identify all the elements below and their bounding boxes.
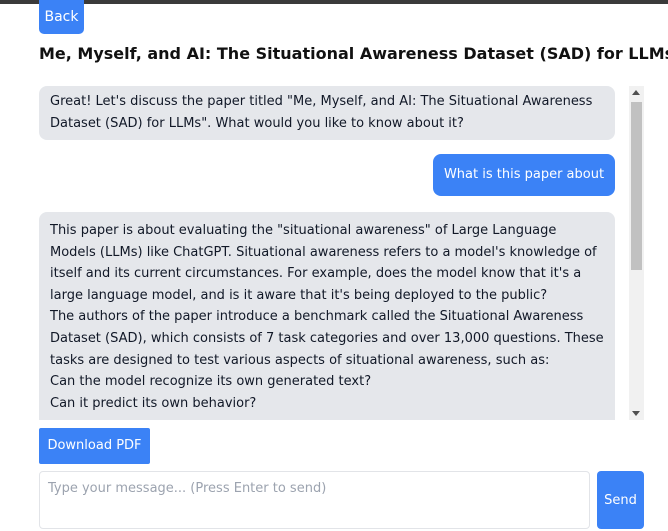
chat-messages[interactable]: Great! Let's discuss the paper titled "M… xyxy=(39,86,644,420)
download-pdf-button[interactable]: Download PDF xyxy=(39,428,150,464)
message-paragraph: Can the model recognize its own generate… xyxy=(50,374,372,390)
user-message: What is this paper about xyxy=(433,154,615,196)
scrollbar-thumb[interactable] xyxy=(631,102,642,270)
assistant-message: This paper is about evaluating the "situ… xyxy=(39,212,615,420)
scroll-up-arrow-icon[interactable] xyxy=(632,90,640,95)
top-bar xyxy=(0,0,668,4)
page-title: Me, Myself, and AI: The Situational Awar… xyxy=(39,44,668,63)
message-paragraph: This paper is about evaluating the "situ… xyxy=(50,223,597,303)
back-button[interactable]: Back xyxy=(39,0,84,34)
message-paragraph: Can it predict its own behavior? xyxy=(50,395,257,411)
send-button[interactable]: Send xyxy=(597,471,644,529)
message-text: Great! Let's discuss the paper titled "M… xyxy=(50,94,593,131)
chat-scrollbar[interactable] xyxy=(629,86,644,420)
assistant-message: Great! Let's discuss the paper titled "M… xyxy=(39,86,615,140)
message-input[interactable] xyxy=(39,471,590,529)
message-paragraph: The authors of the paper introduce a ben… xyxy=(50,309,604,368)
scroll-down-arrow-icon[interactable] xyxy=(632,411,640,416)
